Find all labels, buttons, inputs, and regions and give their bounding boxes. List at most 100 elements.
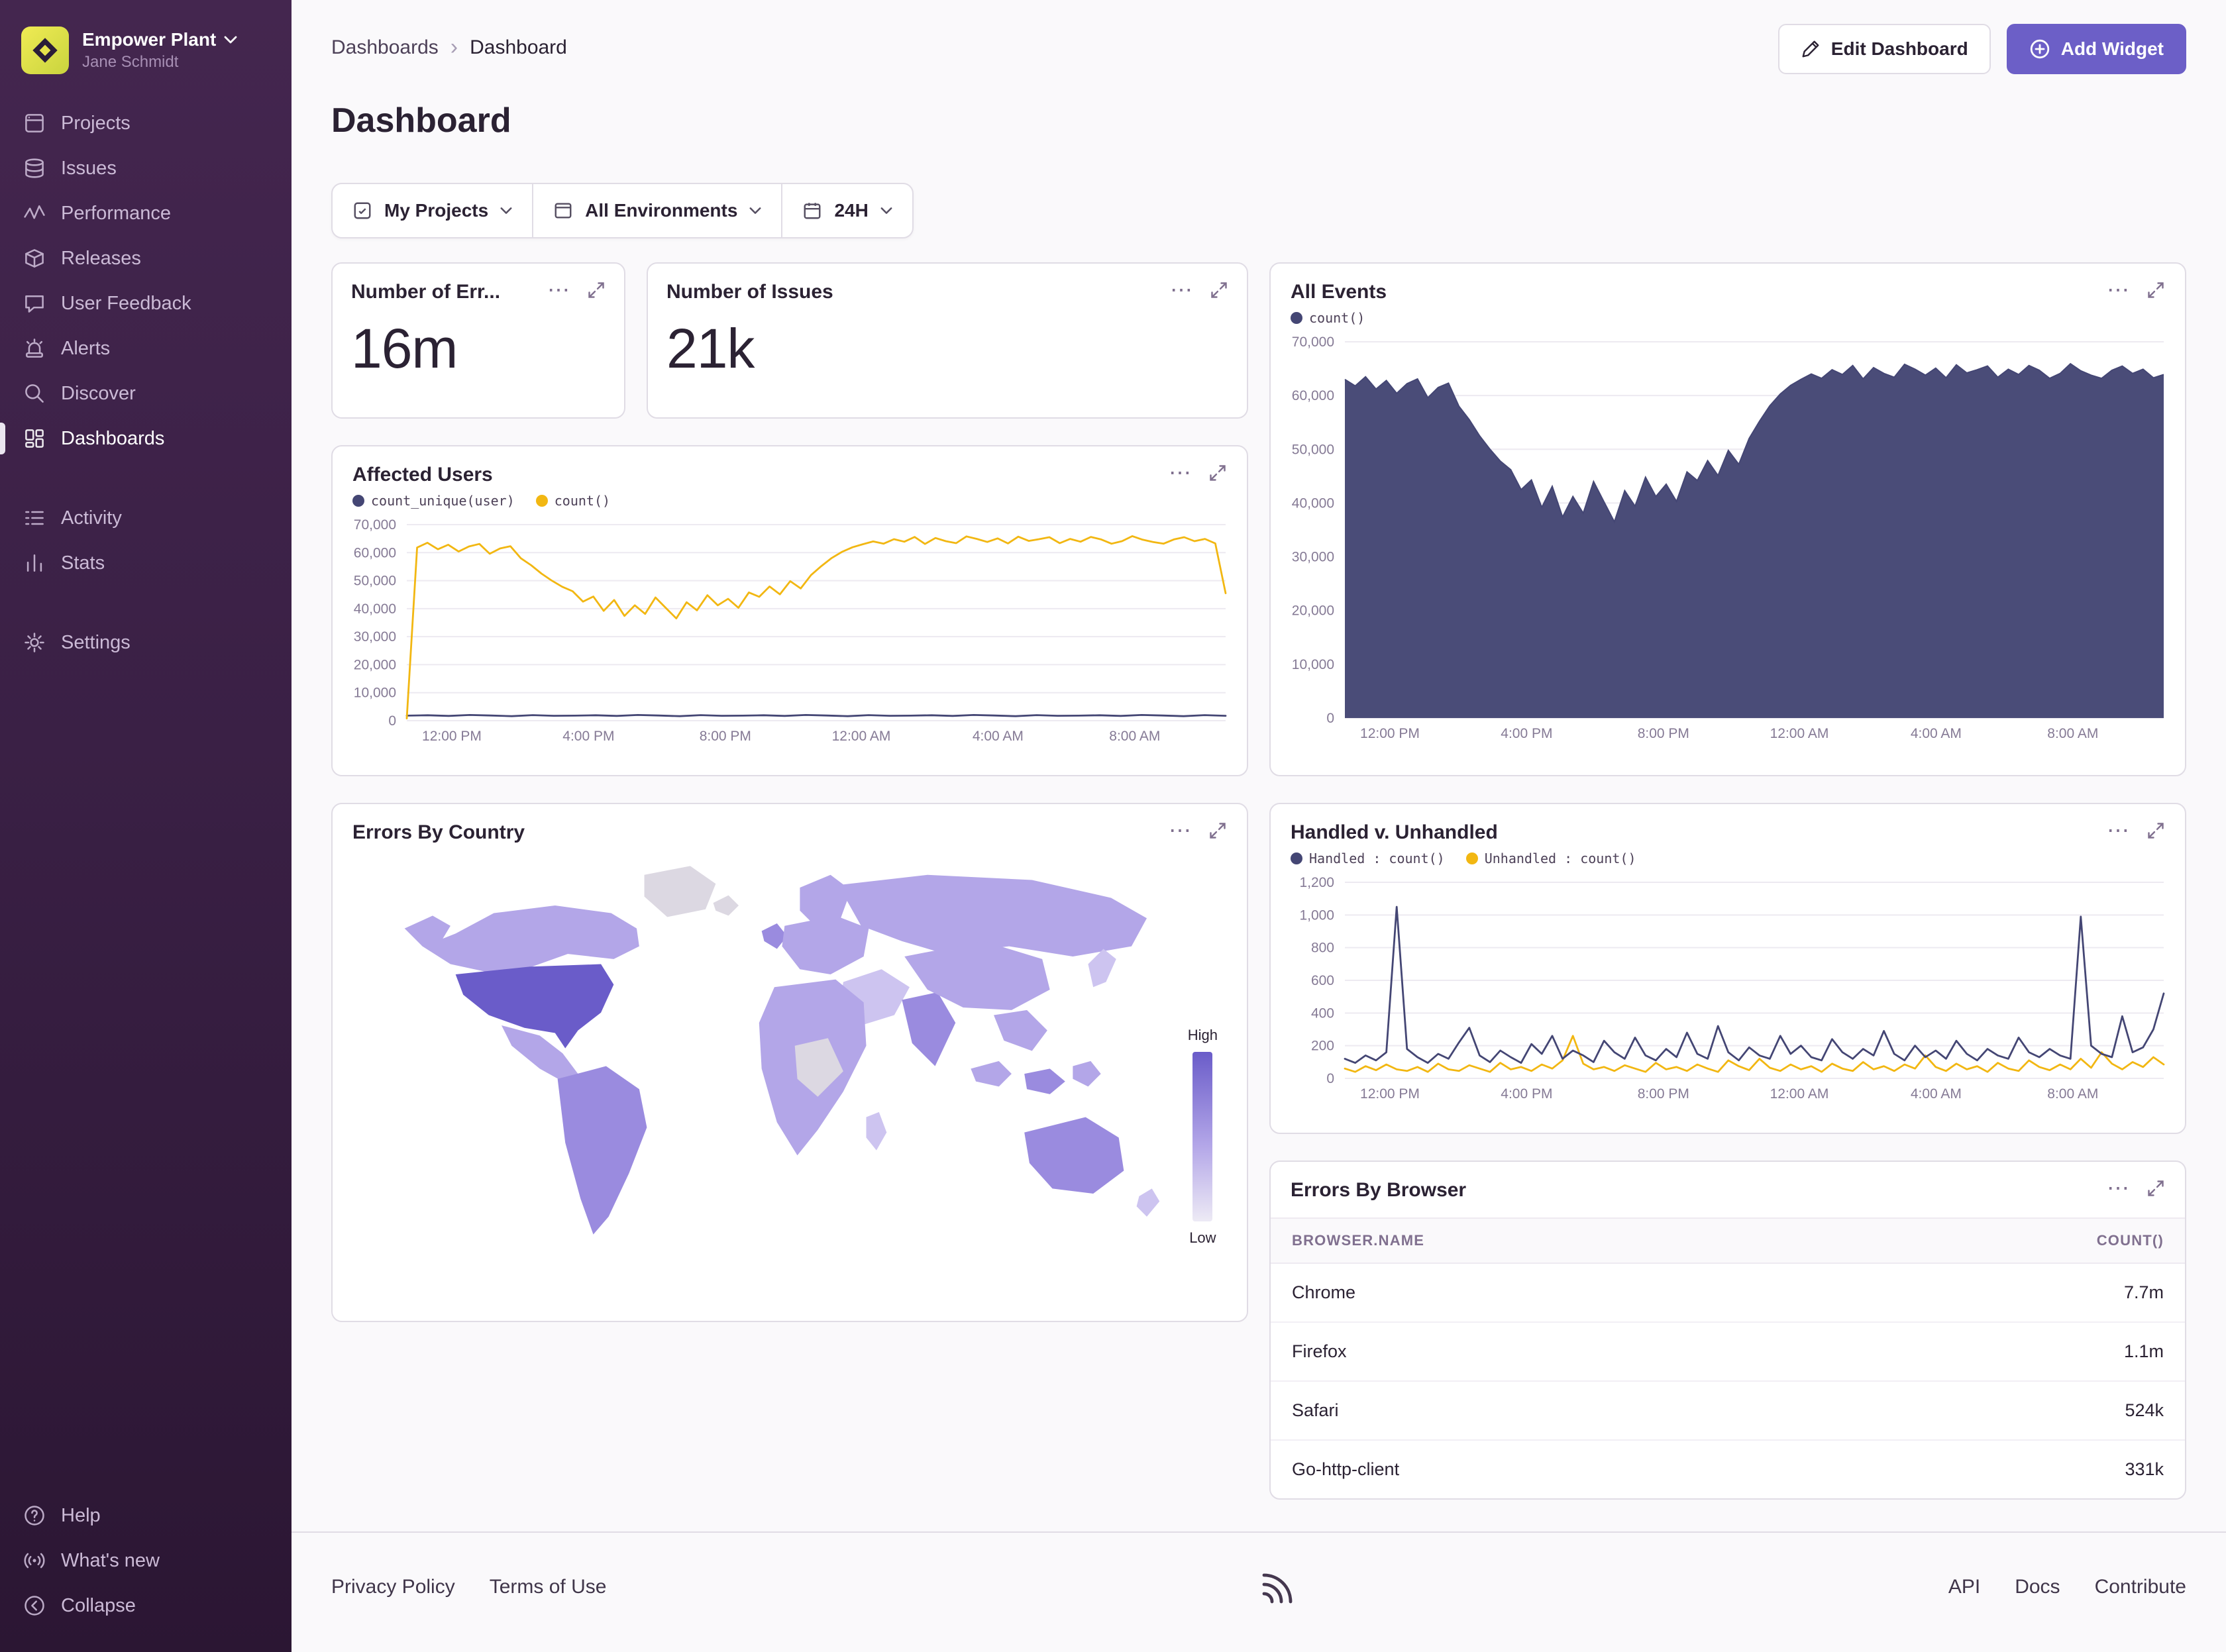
svg-text:30,000: 30,000 [1292, 550, 1334, 565]
svg-text:20,000: 20,000 [1292, 603, 1334, 619]
svg-text:12:00 PM: 12:00 PM [1360, 726, 1420, 741]
alerts-icon [23, 336, 46, 360]
org-user: Jane Schmidt [82, 53, 237, 72]
sidebar-section-divider [0, 461, 292, 495]
button-label: Add Widget [2061, 38, 2164, 60]
widget-menu-button[interactable]: ⋯ [1170, 284, 1194, 297]
sidebar: Empower Plant Jane Schmidt Projects Issu… [0, 0, 292, 1652]
widget-expand-button[interactable] [587, 281, 606, 299]
widget-errors-by-browser: Errors By Browser ⋯ BROWSER.NAME COUNT() [1269, 1161, 2186, 1500]
releases-icon [23, 246, 46, 270]
sidebar-item-stats[interactable]: Stats [0, 541, 292, 586]
sidebar-item-discover[interactable]: Discover [0, 371, 292, 416]
edit-dashboard-button[interactable]: Edit Dashboard [1778, 24, 1991, 74]
svg-text:70,000: 70,000 [1292, 335, 1334, 350]
sidebar-item-activity[interactable]: Activity [0, 495, 292, 541]
widget-title: Number of Issues [666, 281, 833, 303]
plus-circle-icon [2029, 38, 2050, 60]
sidebar-item-releases[interactable]: Releases [0, 236, 292, 281]
sidebar-item-user-feedback[interactable]: User Feedback [0, 281, 292, 326]
svg-text:4:00 AM: 4:00 AM [973, 729, 1024, 744]
widget-menu-button[interactable]: ⋯ [2107, 1182, 2131, 1195]
all-events-chart[interactable]: 010,00020,00030,00040,00050,00060,00070,… [1279, 331, 2174, 747]
svg-text:600: 600 [1311, 973, 1334, 988]
projects-icon [23, 111, 46, 135]
discover-icon [23, 382, 46, 405]
issues-icon [23, 156, 46, 180]
table-row: Go-http-client 331k [1271, 1440, 2185, 1498]
chart-legend: Handled : count() Unhandled : count() [1271, 844, 2185, 866]
button-label: Edit Dashboard [1831, 38, 1968, 60]
widget-number-of-errors: Number of Err... ⋯ 16m [331, 262, 625, 419]
widget-menu-button[interactable]: ⋯ [2107, 284, 2131, 297]
sidebar-item-issues[interactable]: Issues [0, 146, 292, 191]
legend-label: Handled : count() [1309, 851, 1445, 866]
org-switcher[interactable]: Empower Plant Jane Schmidt [0, 19, 292, 101]
dashboard-grid: Number of Err... ⋯ 16m Number of Issues [331, 262, 2186, 1500]
world-map[interactable]: High Low [333, 844, 1247, 1281]
table-row: Chrome 7.7m [1271, 1263, 2185, 1322]
widget-expand-button[interactable] [2146, 281, 2165, 299]
sidebar-item-projects[interactable]: Projects [0, 101, 292, 146]
projects-filter[interactable]: My Projects [333, 184, 533, 237]
environments-filter[interactable]: All Environments [533, 184, 782, 237]
widget-expand-button[interactable] [2146, 1179, 2165, 1198]
footer-link-terms-of-use[interactable]: Terms of Use [490, 1576, 607, 1598]
main-content: Dashboards › Dashboard Edit Dashboard Ad… [292, 0, 2226, 1652]
errors-by-browser-table: BROWSER.NAME COUNT() Chrome 7.7m Firefox [1271, 1217, 2185, 1498]
svg-text:60,000: 60,000 [1292, 388, 1334, 403]
widget-expand-button[interactable] [1208, 821, 1227, 840]
help-icon [23, 1504, 46, 1527]
pencil-icon [1801, 39, 1821, 59]
projects-filter-icon [352, 201, 372, 221]
widget-menu-button[interactable]: ⋯ [547, 284, 571, 297]
sidebar-item-whats-new[interactable]: What's new [0, 1538, 292, 1583]
browser-name-cell: Safari [1271, 1381, 1833, 1440]
svg-text:0: 0 [388, 713, 396, 729]
svg-text:8:00 PM: 8:00 PM [1638, 726, 1689, 741]
page-footer: Privacy Policy Terms of Use API Docs Con… [292, 1531, 2226, 1652]
sidebar-item-collapse[interactable]: Collapse [0, 1583, 292, 1628]
chevron-down-icon [880, 207, 892, 215]
sidebar-item-performance[interactable]: Performance [0, 191, 292, 236]
add-widget-button[interactable]: Add Widget [2007, 24, 2186, 74]
footer-link-api[interactable]: API [1948, 1576, 1980, 1598]
widget-expand-button[interactable] [1208, 464, 1227, 482]
performance-icon [23, 201, 46, 225]
footer-link-privacy-policy[interactable]: Privacy Policy [331, 1576, 455, 1598]
count-cell: 331k [1833, 1440, 2185, 1498]
footer-link-contribute[interactable]: Contribute [2095, 1576, 2186, 1598]
svg-text:4:00 PM: 4:00 PM [1501, 726, 1552, 741]
big-number-value: 21k [666, 317, 1228, 381]
sidebar-item-label: What's new [61, 1550, 160, 1572]
sidebar-item-help[interactable]: Help [0, 1493, 292, 1538]
sidebar-item-settings[interactable]: Settings [0, 620, 292, 665]
sidebar-item-alerts[interactable]: Alerts [0, 326, 292, 371]
browser-name-cell: Go-http-client [1271, 1440, 1833, 1498]
filter-label: 24H [834, 200, 868, 221]
affected-users-chart[interactable]: 010,00020,00030,00040,00050,00060,00070,… [341, 514, 1236, 750]
sidebar-item-dashboards[interactable]: Dashboards [0, 416, 292, 461]
svg-text:12:00 AM: 12:00 AM [832, 729, 891, 744]
svg-text:50,000: 50,000 [354, 574, 396, 589]
widget-expand-button[interactable] [1210, 281, 1228, 299]
chart-legend: count() [1271, 303, 2185, 326]
svg-text:40,000: 40,000 [1292, 495, 1334, 511]
widget-menu-button[interactable]: ⋯ [1169, 824, 1192, 837]
count-cell: 524k [1833, 1381, 2185, 1440]
user-feedback-icon [23, 291, 46, 315]
widget-menu-button[interactable]: ⋯ [1169, 466, 1192, 480]
svg-text:20,000: 20,000 [354, 657, 396, 672]
map-legend-high-label: High [1188, 1027, 1218, 1044]
widget-all-events: All Events ⋯ count() 010,00020,00030,000… [1269, 262, 2186, 776]
widget-expand-button[interactable] [2146, 821, 2165, 840]
handled-v-unhandled-chart[interactable]: 02004006008001,0001,20012:00 PM4:00 PM8:… [1279, 872, 2174, 1108]
date-range-filter[interactable]: 24H [782, 184, 912, 237]
svg-text:4:00 AM: 4:00 AM [1911, 726, 1962, 741]
legend-dot [352, 495, 364, 507]
footer-link-docs[interactable]: Docs [2015, 1576, 2060, 1598]
breadcrumb-dashboards-link[interactable]: Dashboards [331, 36, 439, 59]
widget-menu-button[interactable]: ⋯ [2107, 824, 2131, 837]
chevron-down-icon [224, 36, 237, 44]
calendar-icon [802, 201, 822, 221]
